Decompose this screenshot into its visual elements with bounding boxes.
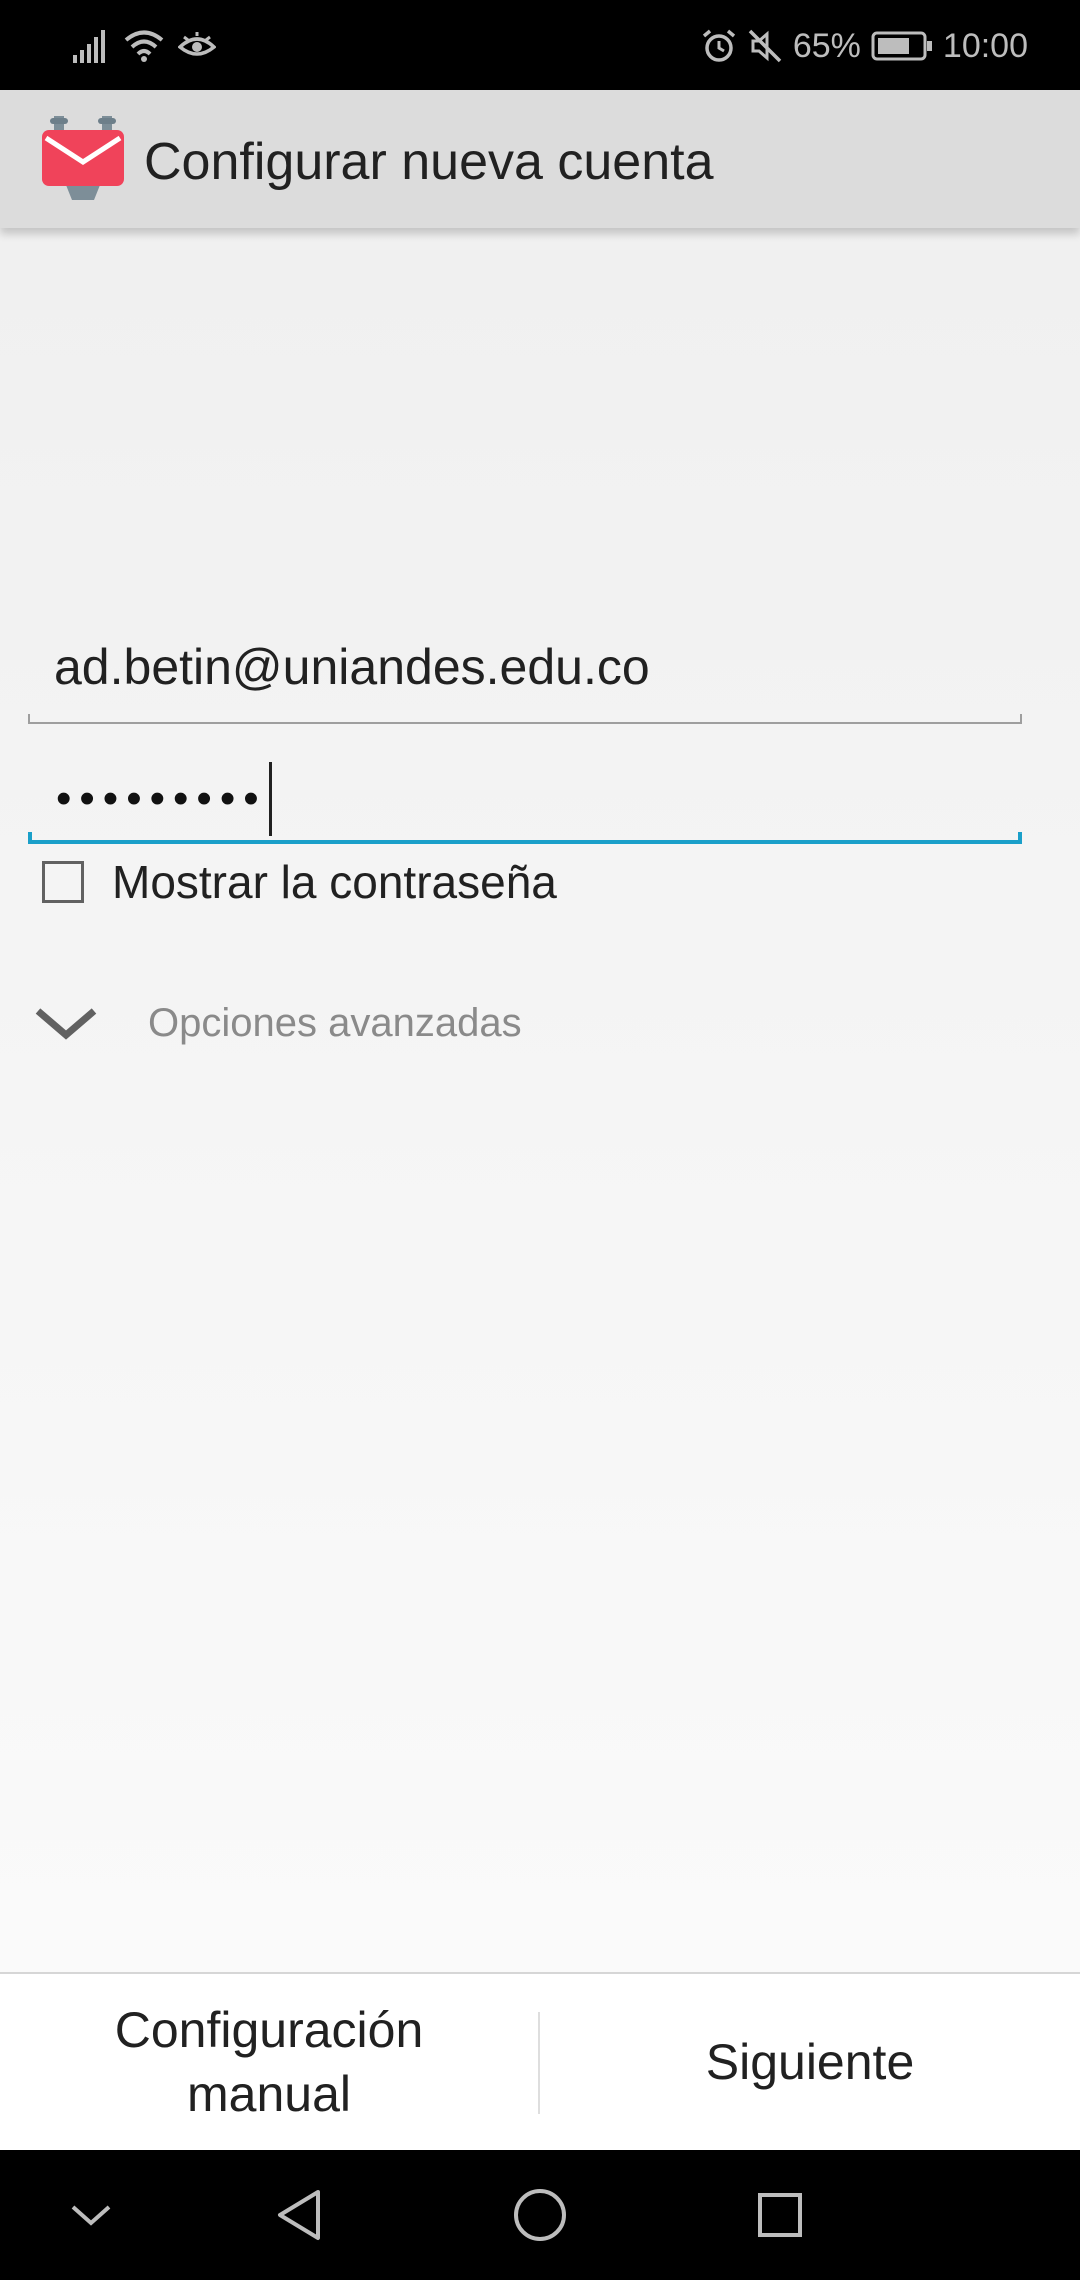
- content-area: [0, 228, 1080, 1972]
- home-button[interactable]: [503, 2178, 577, 2252]
- status-time: 10:00: [942, 26, 1028, 65]
- status-right-icons: 65% 10:00: [701, 22, 1028, 70]
- advanced-options-toggle[interactable]: Opciones avanzadas: [34, 988, 522, 1058]
- chevron-down-icon: [35, 1008, 97, 1040]
- show-password-label: Mostrar la contraseña: [112, 856, 557, 908]
- text-cursor: [268, 762, 272, 836]
- wifi-icon: [124, 30, 164, 62]
- page-title: Configurar nueva cuenta: [144, 133, 714, 191]
- signal-icon: [73, 30, 105, 63]
- eye-icon: [178, 32, 216, 56]
- email-underline: [28, 714, 1022, 724]
- collapse-icon: [71, 2205, 111, 2226]
- password-masked: •••••••••: [56, 774, 267, 823]
- email-field[interactable]: ad.betin@uniandes.edu.co: [28, 612, 1022, 724]
- back-button[interactable]: [262, 2178, 336, 2252]
- alarm-icon: [702, 29, 735, 62]
- battery-percent: 65%: [792, 26, 861, 65]
- navigation-bar: [0, 2150, 1080, 2280]
- home-icon: [514, 2189, 566, 2241]
- password-input-value: •••••••••: [56, 762, 272, 836]
- next-button[interactable]: Siguiente: [540, 1974, 1080, 2150]
- back-icon: [278, 2190, 320, 2240]
- manual-setup-button[interactable]: Configuración manual: [0, 1974, 538, 2150]
- status-bar: 65% 10:00: [0, 0, 1080, 90]
- password-underline: [28, 832, 1022, 844]
- mute-icon: [748, 29, 782, 63]
- collapse-button[interactable]: [54, 2178, 128, 2252]
- recents-icon: [758, 2193, 802, 2237]
- advanced-options-label: Opciones avanzadas: [148, 1000, 522, 1045]
- password-field[interactable]: •••••••••: [28, 730, 1022, 844]
- app-bar: Configurar nueva cuenta: [0, 90, 1080, 228]
- manual-setup-label: Configuración manual: [114, 2002, 424, 2122]
- battery-icon: [871, 31, 932, 61]
- show-password-checkbox[interactable]: [42, 861, 84, 903]
- email-input-value: ad.betin@uniandes.edu.co: [54, 639, 650, 695]
- show-password-row[interactable]: Mostrar la contraseña: [42, 848, 557, 916]
- button-bar: Configuración manual Siguiente: [0, 1972, 1080, 2150]
- next-label: Siguiente: [705, 2034, 915, 2090]
- status-left-icons: [72, 24, 216, 68]
- recents-button[interactable]: [743, 2178, 817, 2252]
- mail-app-logo-icon: [42, 116, 124, 200]
